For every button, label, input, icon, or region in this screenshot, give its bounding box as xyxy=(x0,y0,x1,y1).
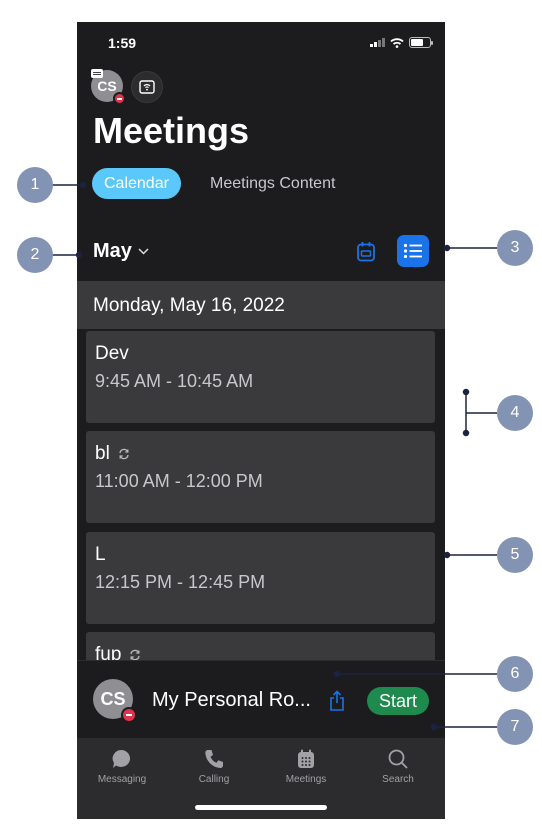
callout-5: 5 xyxy=(497,537,533,573)
callout-6: 6 xyxy=(497,656,533,692)
callout-1: 1 xyxy=(17,167,53,203)
callout-2: 2 xyxy=(17,237,53,273)
callout-7: 7 xyxy=(497,709,533,745)
callout-leader-lines xyxy=(52,181,497,731)
callout-3: 3 xyxy=(497,230,533,266)
callout-4: 4 xyxy=(497,395,533,431)
